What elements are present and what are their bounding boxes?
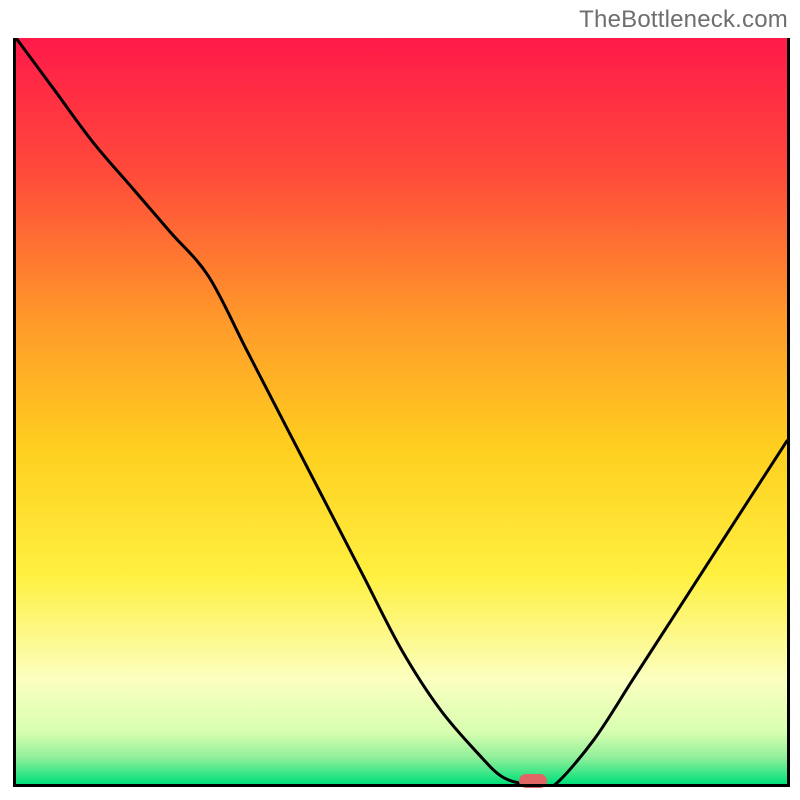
bottleneck-curve	[16, 38, 787, 784]
watermark-text: TheBottleneck.com	[579, 6, 788, 34]
optimal-marker	[519, 774, 547, 788]
chart-canvas: TheBottleneck.com	[0, 0, 800, 800]
axis-right-edge	[787, 38, 790, 787]
